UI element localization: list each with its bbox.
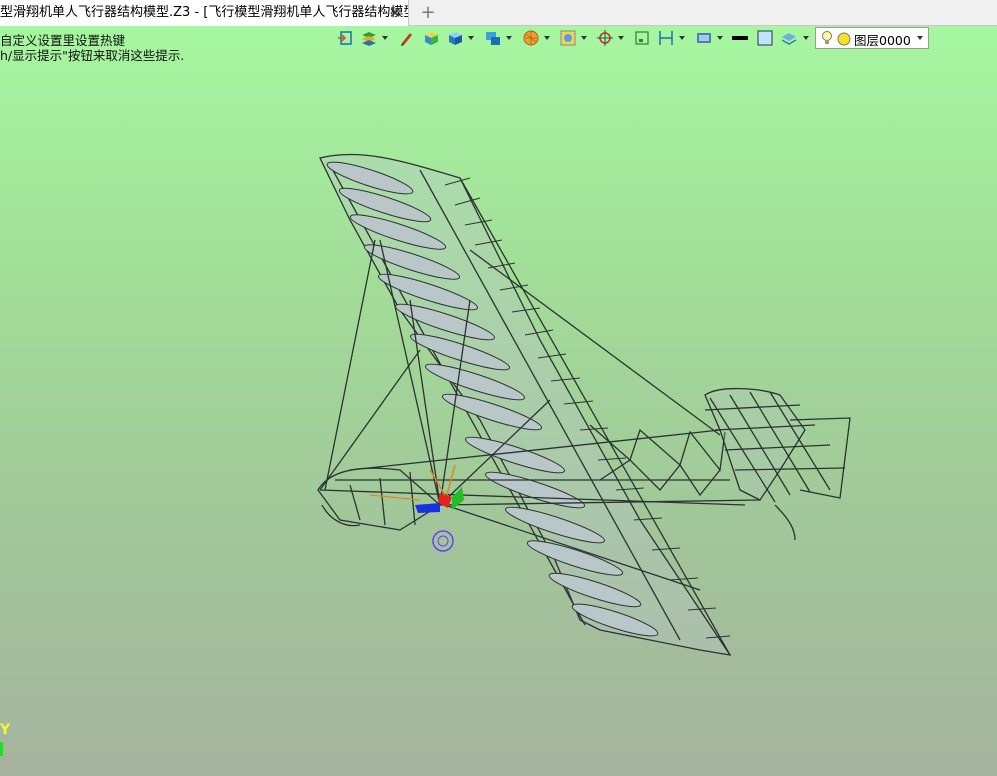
close-icon[interactable]: ✕ (386, 4, 404, 22)
exit-sketch-icon[interactable] (336, 29, 354, 47)
lightbulb-icon[interactable] (821, 30, 833, 50)
tab-bar: 型滑翔机单人飞行器结构模型.Z3 - [飞行模型滑翔机单人飞行器结构模型] ✕ … (0, 0, 997, 26)
layer-select[interactable]: 图层0000 (815, 27, 929, 49)
yellow-circle-icon (837, 31, 851, 50)
fill-color-icon[interactable] (756, 29, 774, 47)
display-mode-icon[interactable] (559, 29, 577, 47)
screen-capture-icon[interactable] (695, 29, 713, 47)
layer-name: 图层0000 (854, 33, 911, 48)
layers-icon[interactable] (780, 29, 798, 47)
axis-y-line (0, 742, 3, 756)
coordinate-gizmo (369, 464, 464, 513)
layer-filter-icon[interactable] (360, 29, 378, 47)
pen-icon[interactable] (398, 29, 416, 47)
shaded-cube-icon[interactable] (446, 29, 464, 47)
snap-point-icon[interactable] (596, 29, 614, 47)
aircraft-wireframe-model (317, 153, 851, 656)
view-cube-icon[interactable] (484, 29, 502, 47)
render-sphere-icon[interactable] (522, 29, 540, 47)
document-tab-title: 型滑翔机单人飞行器结构模型.Z3 - [飞行模型滑翔机单人飞行器结构模型] (0, 5, 409, 20)
document-tab[interactable]: 型滑翔机单人飞行器结构模型.Z3 - [飞行模型滑翔机单人飞行器结构模型] ✕ (0, 0, 409, 26)
new-tab-button[interactable]: + (418, 2, 438, 24)
chevron-down-icon[interactable] (917, 36, 923, 40)
frame-icon[interactable] (633, 29, 651, 47)
solid-box-icon[interactable] (422, 29, 440, 47)
wheel-icon (432, 530, 454, 552)
axis-y-label: Y (0, 722, 11, 738)
hint-line-2: h/显示提示"按钮来取消这些提示. (0, 48, 185, 63)
dimension-icon[interactable] (657, 29, 675, 47)
3d-viewport[interactable]: 自定义设置里设置热键 h/显示提示"按钮来取消这些提示. Y (0, 26, 997, 776)
line-color-icon[interactable] (731, 29, 749, 47)
